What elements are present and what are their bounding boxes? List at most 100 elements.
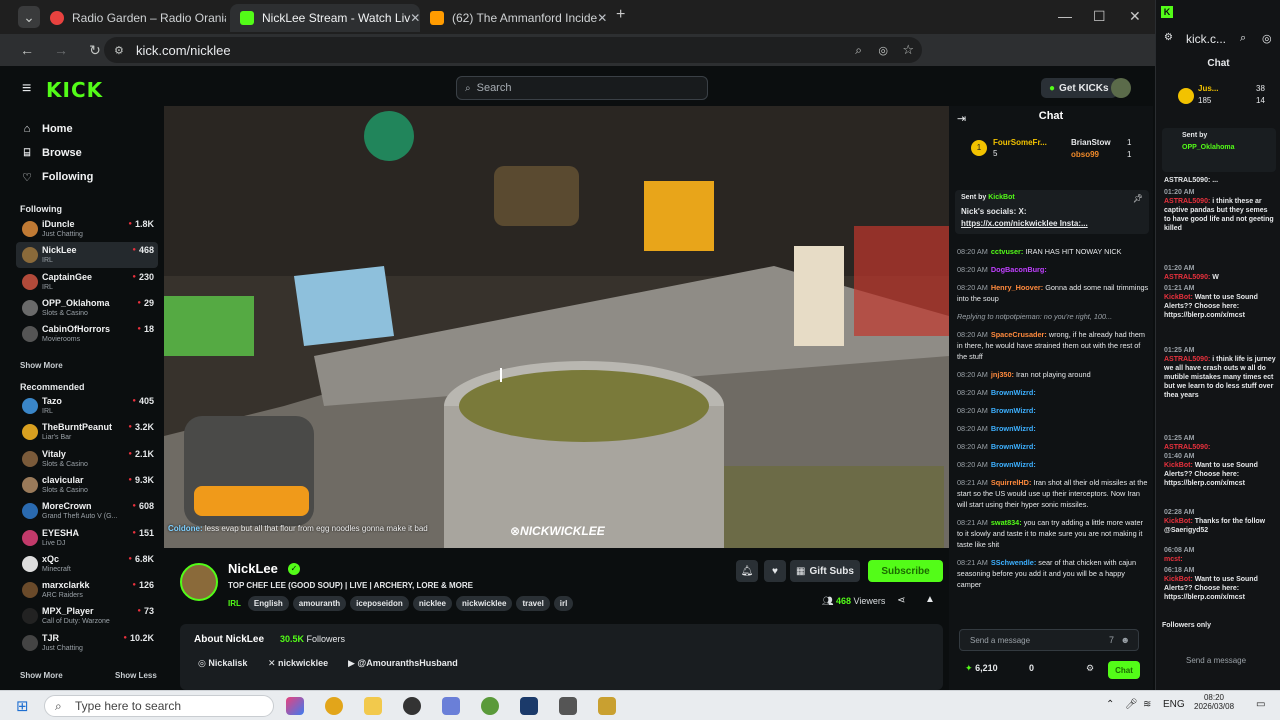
follow-heart-icon[interactable]: ♥: [764, 560, 786, 582]
settings-gear-icon[interactable]: ⚙: [1086, 663, 1094, 674]
kick-logo[interactable]: KICK: [46, 78, 103, 102]
back-icon[interactable]: ←: [16, 39, 38, 61]
new-tab-button[interactable]: +: [616, 6, 625, 24]
chat-message[interactable]: 08:20 AM cctvuser: IRAN HAS HIT NOWAY NIC…: [957, 246, 1151, 257]
chat-message[interactable]: 01:25 AM ASTRAL5090: i think life is jurn…: [1164, 346, 1276, 400]
sidebar-channel[interactable]: CabinOfHorrorsMovierooms 18: [16, 321, 158, 347]
chat-message[interactable]: 08:20 AM BrownWizrd:: [957, 441, 1151, 452]
chat-message[interactable]: 01:40 AM KickBot: Want to use Sound Alert…: [1164, 452, 1276, 488]
chat-message[interactable]: 08:20 AM BrownWizrd:: [957, 459, 1151, 470]
windows-start-icon[interactable]: ⊞: [16, 697, 29, 715]
file-explorer-icon[interactable]: [364, 697, 382, 715]
report-icon[interactable]: ▲: [925, 594, 935, 605]
hamburger-menu-icon[interactable]: ≡: [22, 80, 31, 98]
message-username[interactable]: ASTRAL5090:: [1164, 356, 1210, 363]
chat-message-input[interactable]: Send a message 7 ☻: [959, 629, 1139, 651]
tag[interactable]: irl: [553, 596, 574, 611]
sidebar-channel[interactable]: CaptainGeeIRL 230: [16, 269, 158, 295]
tag[interactable]: English: [247, 596, 289, 611]
app-icon[interactable]: [559, 697, 577, 715]
reload-icon[interactable]: ↻: [84, 39, 106, 61]
message-username[interactable]: ASTRAL5090:: [1164, 444, 1210, 451]
message-username[interactable]: jnj350:: [991, 370, 1014, 379]
chat-send-button[interactable]: Chat: [1108, 661, 1140, 679]
message-username[interactable]: KickBot:: [1164, 294, 1193, 301]
top-gifter[interactable]: BrianStow: [1071, 138, 1111, 147]
tag[interactable]: nickwicklee: [455, 596, 513, 611]
pinned-message[interactable]: Sent by OPP_Oklahoma: [1162, 128, 1276, 172]
sidebar-channel[interactable]: xQcMinecraft 6.8K: [16, 551, 158, 577]
user-avatar[interactable]: [1111, 78, 1131, 98]
top-gifter[interactable]: obso99: [1071, 150, 1099, 159]
popout-url[interactable]: kick.c...: [1186, 32, 1226, 46]
subscribe-button[interactable]: Subscribe: [868, 560, 943, 582]
close-icon[interactable]: ✕: [410, 11, 420, 25]
address-bar[interactable]: ⚙ kick.com/nicklee ⌕ ◎ ☆: [104, 37, 922, 63]
wifi-icon[interactable]: ≋: [1143, 699, 1151, 710]
steam-icon[interactable]: [520, 697, 538, 715]
popout-message-input[interactable]: Send a message: [1186, 656, 1246, 665]
app-icon[interactable]: [598, 697, 616, 715]
chat-message[interactable]: ASTRAL5090: ...: [1164, 176, 1276, 185]
microphone-icon[interactable]: 🎤︎: [1125, 699, 1138, 710]
chat-message[interactable]: 06:18 AM KickBot: Want to use Sound Alert…: [1164, 566, 1276, 602]
clock[interactable]: 08:20 2026/03/08: [1194, 693, 1234, 711]
tag[interactable]: amouranth: [292, 596, 347, 611]
sidebar-channel[interactable]: MoreCrownGrand Theft Auto V (G... 608: [16, 498, 158, 524]
chrome-profile-icon[interactable]: [481, 697, 499, 715]
show-less-button[interactable]: Show Less: [115, 671, 157, 680]
sidebar-channel[interactable]: MPX_PlayerCall of Duty: Warzone 73: [16, 603, 158, 629]
chat-message[interactable]: 08:20 AM BrownWizrd:: [957, 387, 1151, 398]
eye-off-icon[interactable]: ◎: [878, 44, 888, 57]
show-more-button[interactable]: Show More: [20, 361, 63, 370]
chat-message[interactable]: 01:20 AM ASTRAL5090: i think these ar cap…: [1164, 188, 1276, 233]
message-username[interactable]: KickBot:: [1164, 576, 1193, 583]
message-username[interactable]: SpaceCrusader:: [991, 330, 1047, 339]
maximize-icon[interactable]: ☐: [1093, 8, 1106, 25]
zoom-icon[interactable]: ⌕: [855, 43, 862, 58]
message-username[interactable]: swat834:: [991, 518, 1022, 527]
tab-youtube[interactable]: (62) The Ammanford Incide ✕: [420, 4, 610, 32]
tab-search-icon[interactable]: ⌄: [18, 6, 40, 28]
notification-bell-icon[interactable]: 🔔︎: [736, 560, 758, 582]
tab-radio-garden[interactable]: Radio Garden – Radio Orania 9 ✕: [40, 4, 226, 32]
message-username[interactable]: BrownWizrd:: [991, 442, 1036, 451]
chat-message[interactable]: 08:20 AM Henry_Hoover: Gonna add some nai…: [957, 282, 1151, 304]
sidebar-item-browse[interactable]: ⌸ Browse: [20, 142, 82, 164]
forward-icon[interactable]: →: [50, 39, 72, 61]
pinned-message[interactable]: Sent by KickBot Nick's socials: X: https…: [955, 190, 1149, 234]
emote-k-icon[interactable]: 7: [1109, 635, 1114, 645]
sidebar-channel[interactable]: VitalySlots & Casino 2.1K: [16, 446, 158, 472]
message-username[interactable]: ASTRAL5090:: [1164, 274, 1210, 281]
youtube-link[interactable]: ▶ @AmouranthsHusband: [348, 658, 458, 669]
message-username[interactable]: cctvuser:: [991, 247, 1023, 256]
close-window-icon[interactable]: ✕: [1129, 8, 1141, 25]
minimize-icon[interactable]: —: [1058, 8, 1072, 24]
tab-nicklee[interactable]: NickLee Stream - Watch Liv ✕: [230, 4, 420, 32]
sidebar-channel[interactable]: marxclarkkARC Raiders 126: [16, 577, 158, 603]
chat-message[interactable]: 08:20 AM SpaceCrusader: wrong, if he alre…: [957, 329, 1151, 362]
channel-points[interactable]: ✦ 6,210: [965, 663, 998, 674]
video-player[interactable]: Coldone: less evap but all that flour fr…: [164, 106, 949, 548]
chat-message[interactable]: 02:28 AM KickBot: Thanks for the follow @…: [1164, 508, 1276, 535]
sidebar-item-following[interactable]: ♡ Following: [20, 166, 93, 188]
instagram-link[interactable]: ◎ Nickalisk: [198, 658, 247, 669]
tag[interactable]: nicklee: [412, 596, 452, 611]
message-username[interactable]: Henry_Hoover:: [991, 283, 1043, 292]
top-gifter[interactable]: Jus...: [1198, 84, 1218, 93]
language-indicator[interactable]: ENG: [1163, 699, 1185, 710]
copilot-icon[interactable]: [286, 697, 304, 715]
chat-message[interactable]: 08:20 AM DogBaconBurg:: [957, 264, 1151, 275]
search-input[interactable]: ⌕ Search: [456, 76, 708, 100]
chat-message[interactable]: 01:25 AM ASTRAL5090:: [1164, 434, 1276, 452]
message-username[interactable]: BrownWizrd:: [991, 460, 1036, 469]
message-username[interactable]: SSchwendle:: [991, 558, 1036, 567]
sidebar-channel[interactable]: clavicularSlots & Casino 9.3K: [16, 472, 158, 498]
show-more-button[interactable]: Show More: [20, 671, 63, 680]
chat-message[interactable]: 08:20 AM jnj350: Iran not playing around: [957, 369, 1151, 380]
tag[interactable]: iceposeidon: [350, 596, 409, 611]
chat-message[interactable]: Replying to notpotpieman: no you're righ…: [957, 311, 1151, 322]
notification-icon[interactable]: ▭: [1256, 699, 1265, 710]
zoom-icon[interactable]: ⌕: [1240, 32, 1246, 45]
gift-subs-button[interactable]: ▦ Gift Subs: [790, 560, 860, 582]
